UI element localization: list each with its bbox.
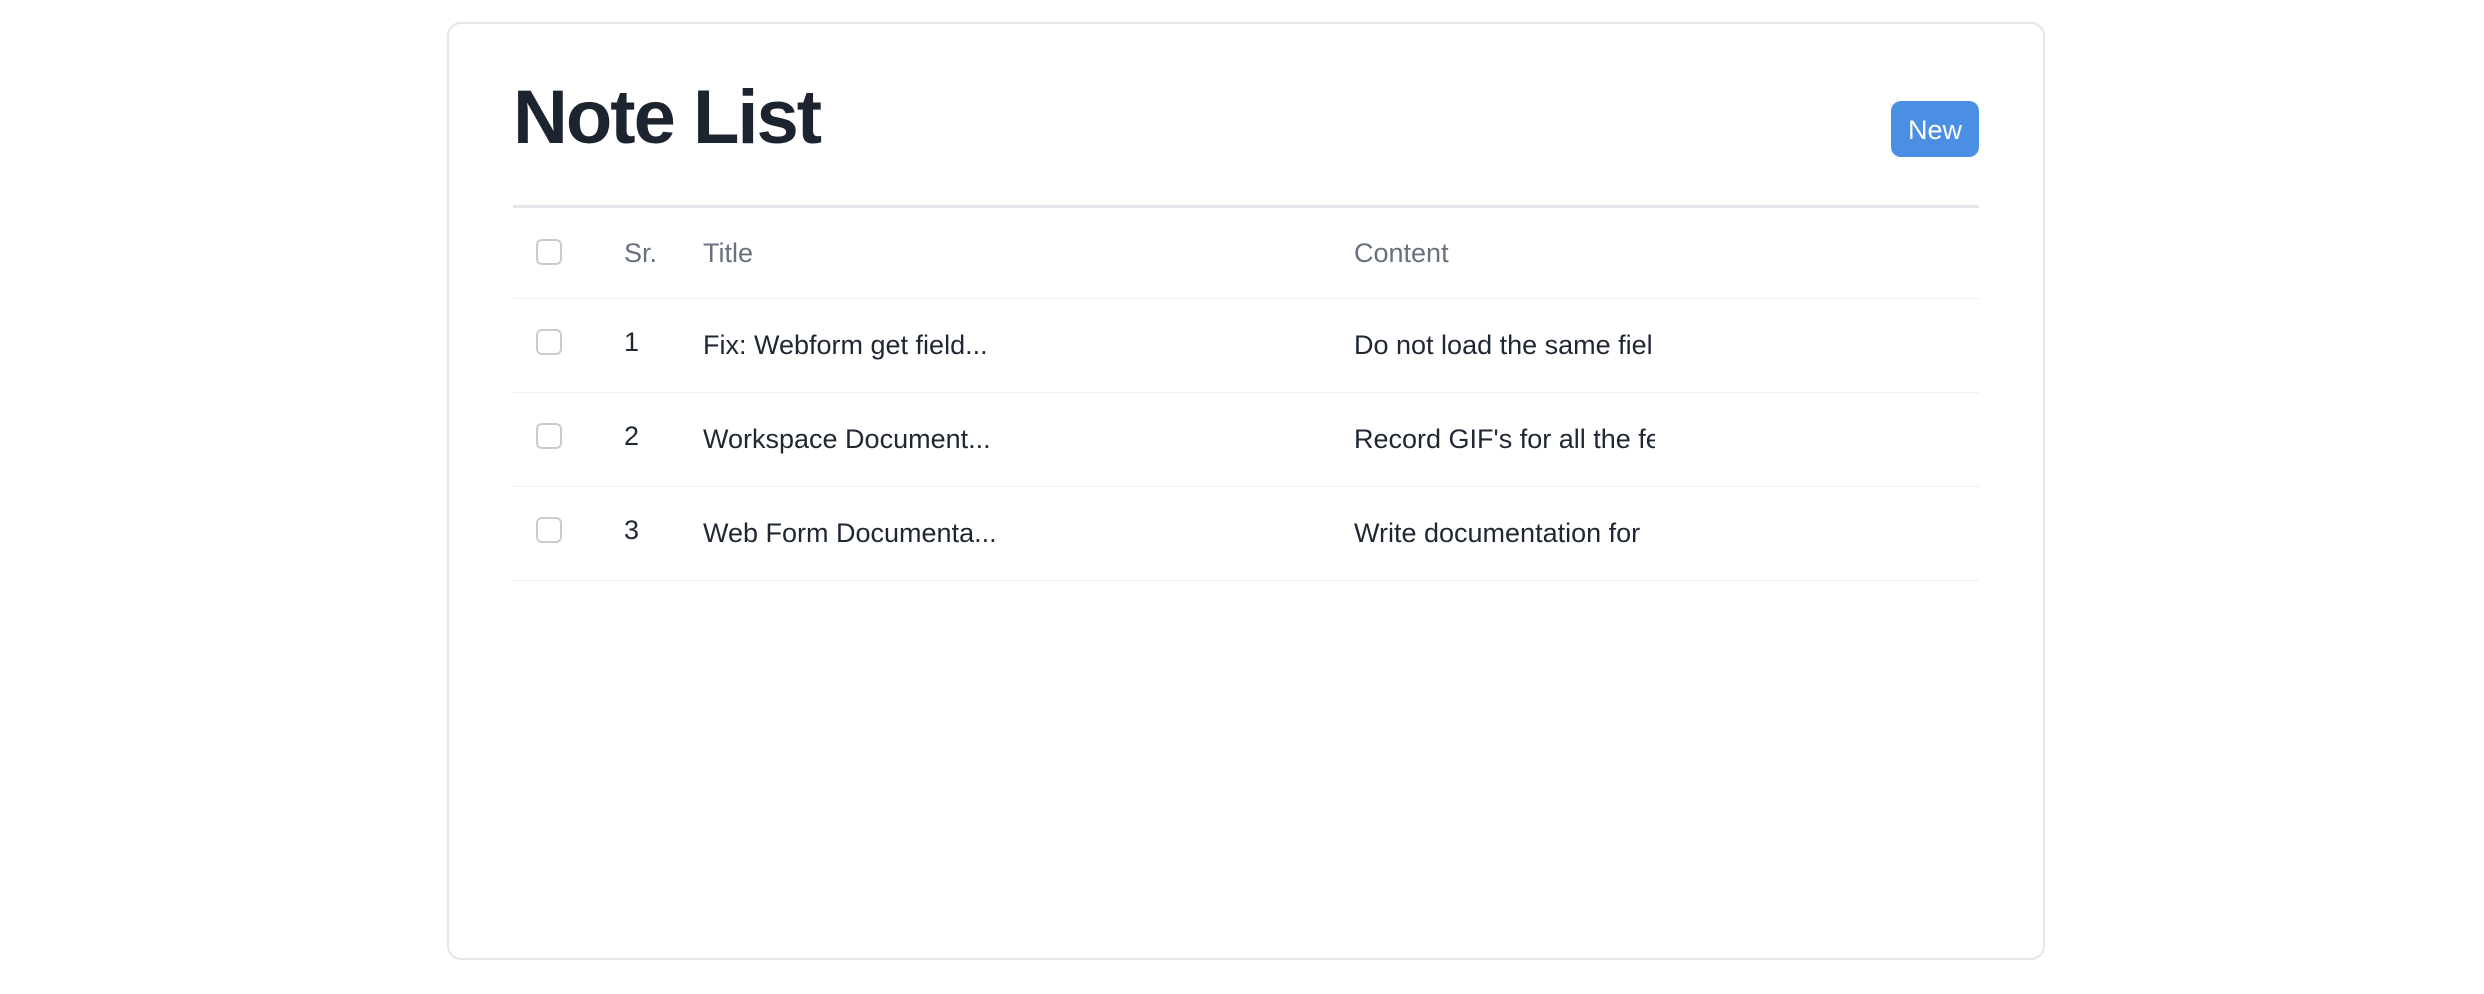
column-header-content: Content	[1354, 238, 1449, 268]
row-checkbox[interactable]	[536, 329, 562, 355]
new-note-button[interactable]: New	[1891, 101, 1979, 157]
row-checkbox[interactable]	[536, 517, 562, 543]
select-all-checkbox[interactable]	[536, 239, 562, 265]
row-title-cell: Fix: Webform get field...	[703, 330, 988, 360]
row-content-cell: Write documentation for	[1354, 518, 1641, 548]
row-sr-cell: 3	[624, 515, 640, 545]
table-row[interactable]: 1 Fix: Webform get field... Do not load …	[513, 299, 1979, 393]
row-sr-cell: 1	[624, 327, 640, 357]
page-title: Note List	[513, 75, 822, 160]
table-row[interactable]: 3 Web Form Documenta... Write documentat…	[513, 487, 1979, 581]
row-title-cell: Workspace Document...	[703, 424, 991, 454]
page-header: Note List New	[513, 24, 1979, 206]
row-content-cell: Record GIF's for all the fe	[1354, 424, 1655, 454]
row-title-cell: Web Form Documenta...	[703, 518, 997, 548]
table-row[interactable]: 2 Workspace Document... Record GIF's for…	[513, 393, 1979, 487]
row-sr-cell: 2	[624, 421, 640, 451]
row-content-cell: Do not load the same fiel	[1354, 330, 1653, 360]
column-header-sr: Sr.	[624, 238, 658, 268]
row-checkbox[interactable]	[536, 423, 562, 449]
note-list-card: Note List New Sr. Title Content 1 Fix: W…	[447, 22, 2045, 960]
notes-table: Sr. Title Content 1 Fix: Webform get fie…	[513, 205, 1979, 581]
table-header-row: Sr. Title Content	[513, 208, 1979, 299]
column-header-title: Title	[703, 238, 754, 268]
